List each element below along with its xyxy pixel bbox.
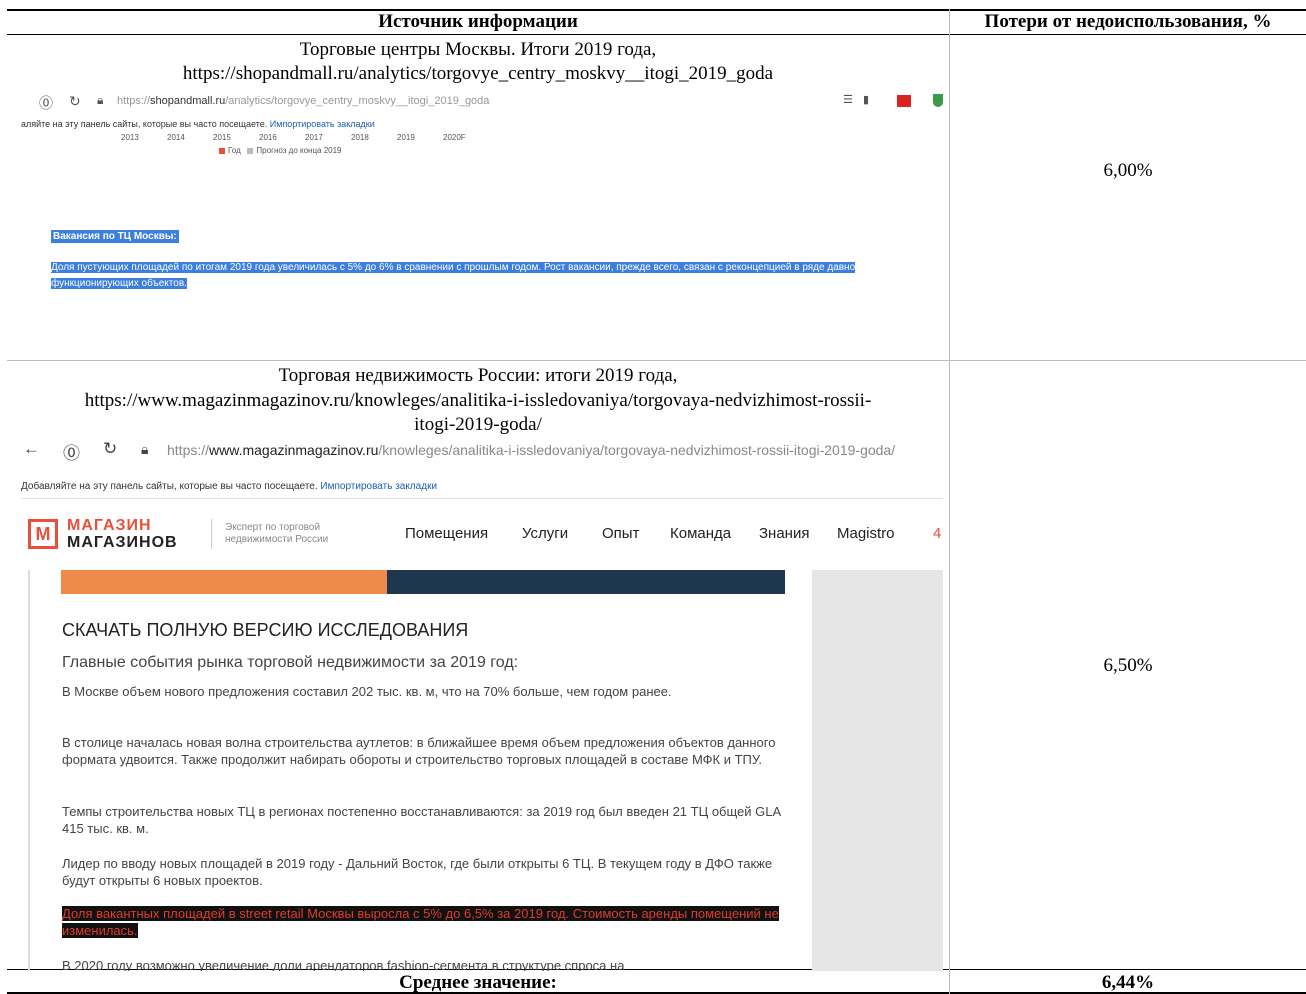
nav-knowledge: Знания <box>759 525 810 542</box>
row1-value: 6,00% <box>1103 160 1153 181</box>
chart-years: 2013 2014 2015 2016 2017 2018 2019 2020F <box>121 133 466 142</box>
sidebar-panel <box>812 570 943 971</box>
header-source: Источник информации <box>378 11 578 32</box>
bookmark-icon: ▮ <box>863 94 870 106</box>
lock-icon: 🔒︎ <box>141 441 149 457</box>
header-bottom-border <box>7 34 1306 35</box>
banner-strip <box>61 570 785 594</box>
paragraph-2: В столице началась новая волна строитель… <box>62 735 776 767</box>
paragraph-3: Темпы строительства новых ТЦ в регионах … <box>62 804 781 836</box>
nav-premises: Помещения <box>405 525 489 542</box>
address-url: https://shopandmall.ru/analytics/torgovy… <box>117 95 490 107</box>
vacancy-heading: Вакансия по ТЦ Москвы: <box>51 230 179 243</box>
browser-address-bar: ← ⓪ ↻ 🔒︎ https://www.magazinmagazinov.ru… <box>21 436 943 464</box>
reload-icon: ↻ <box>69 93 81 109</box>
bookmarks-bar: Добавляйте на эту панель сайты, которые … <box>21 481 438 492</box>
events-subtitle: Главные события рынка торговой недвижимо… <box>62 654 519 671</box>
logo-line2: МАГАЗИНОВ <box>67 534 178 551</box>
row2-caption-title: Торговая недвижимость России: итоги 2019… <box>278 365 678 386</box>
reload-icon: ↻ <box>103 439 118 458</box>
row-divider <box>7 360 1306 361</box>
yandex-icon: ⓪ <box>39 95 53 111</box>
row1-screenshot: ⓪ ↻ 🔒︎ https://shopandmall.ru/analytics/… <box>21 89 943 309</box>
nav-magistro: Magistro <box>837 525 895 542</box>
shield-icon <box>933 94 943 107</box>
lock-icon: 🔒︎ <box>97 93 104 107</box>
header-loss: Потери от недоиспользования, % <box>984 11 1272 32</box>
paragraph-6: В 2020 году возможно увеличение доли аре… <box>62 958 625 971</box>
yandex-icon: ⓪ <box>63 444 80 463</box>
row1-caption-url: https://shopandmall.ru/analytics/torgovy… <box>182 63 774 84</box>
download-title: СКАЧАТЬ ПОЛНУЮ ВЕРСИЮ ИССЛЕДОВАНИЯ <box>62 620 469 640</box>
paragraph-4: Лидер по вводу новых площадей в 2019 год… <box>62 856 773 888</box>
chart-legend: Год Прогноз до конца 2019 <box>219 146 342 155</box>
row2-caption-url: https://www.magazinmagazinov.ru/knowlege… <box>84 390 872 411</box>
logo-tagline: Эксперт по торговой недвижимости России <box>225 522 329 545</box>
logo-mark: М <box>28 519 58 549</box>
data-table: Источник информации Потери от недоисполь… <box>7 9 1306 994</box>
nav-team: Команда <box>670 525 732 542</box>
article-body: СКАЧАТЬ ПОЛНУЮ ВЕРСИЮ ИССЛЕДОВАНИЯ Главн… <box>21 570 943 971</box>
extension-icon <box>897 95 911 107</box>
back-arrow-icon: ← <box>23 439 40 458</box>
logo-line1: МАГАЗИН <box>67 517 152 534</box>
footer-label: Среднее значение: <box>399 972 557 993</box>
nav-cut-off: 4 <box>933 525 942 542</box>
site-header: М МАГАЗИН МАГАЗИНОВ Эксперт по торговой н… <box>21 498 943 570</box>
vacancy-paragraph: Доля пустующих площадей по итогам 2019 г… <box>51 262 856 289</box>
row2-screenshot: ← ⓪ ↻ 🔒︎ https://www.magazinmagazinov.ru… <box>21 436 943 971</box>
footer-value: 6,44% <box>1101 972 1155 993</box>
paragraph-highlight: Доля вакантных площадей в street retail … <box>62 906 779 938</box>
browser-address-bar: ⓪ ↻ 🔒︎ https://shopandmall.ru/analytics/… <box>21 89 943 115</box>
bookmarks-bar: аляйте на эту панель сайты, которые вы ч… <box>21 119 375 129</box>
address-url: https://www.magazinmagazinov.ru/knowlege… <box>167 442 896 458</box>
column-divider <box>949 9 950 994</box>
nav-experience: Опыт <box>602 525 640 542</box>
row2-value: 6,50% <box>1103 655 1153 676</box>
nav-services: Услуги <box>522 525 569 542</box>
row1-caption-title: Торговые центры Москвы. Итоги 2019 года, <box>299 39 657 60</box>
content-left-rule <box>28 570 30 971</box>
row2-caption-url-cont: itogi-2019-goda/ <box>414 414 542 435</box>
paragraph-1: В Москве объем нового предложения состав… <box>62 684 672 699</box>
reader-icon: ☰ <box>843 94 853 106</box>
logo-divider <box>211 519 212 549</box>
